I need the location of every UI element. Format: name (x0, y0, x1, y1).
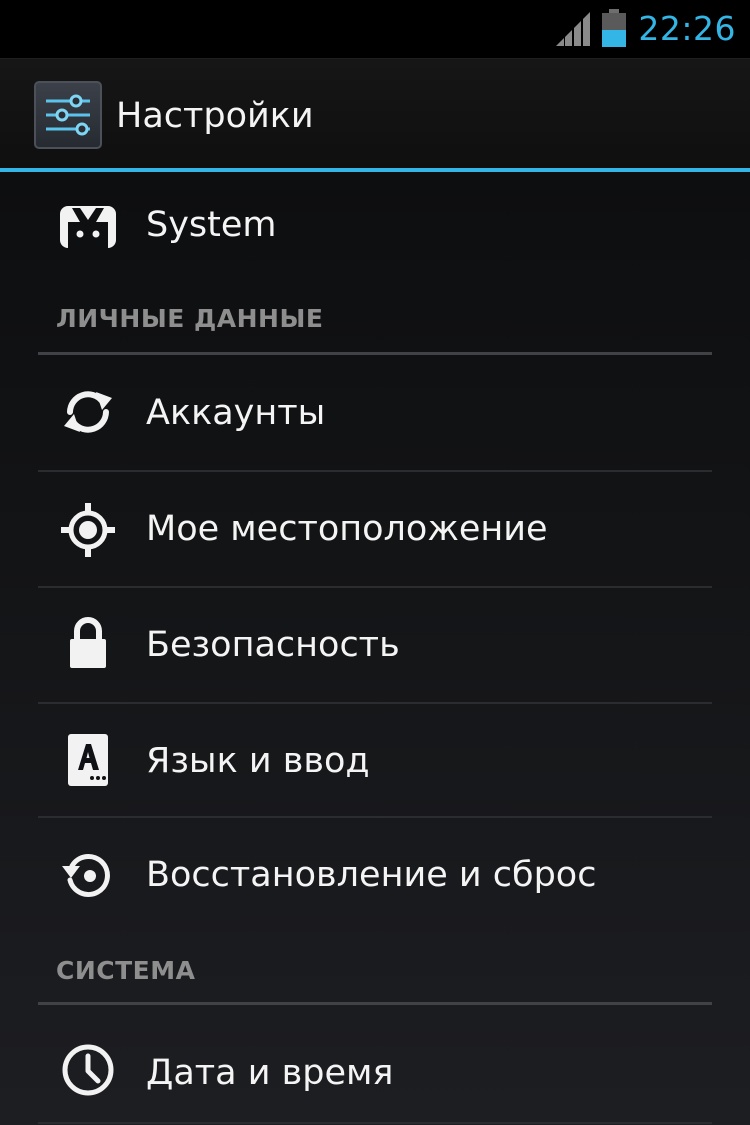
action-bar: Настройки (0, 58, 750, 169)
list-item-date-time[interactable]: Дата и время (0, 1006, 750, 1120)
status-clock: 22:26 (638, 9, 736, 48)
clock-icon (62, 1044, 114, 1096)
list-divider (38, 1122, 712, 1124)
status-bar: 22:26 (0, 0, 750, 58)
signal-bars-icon (556, 12, 590, 46)
list-item-system[interactable]: System (0, 172, 750, 282)
section-divider (38, 1002, 712, 1005)
lock-icon (70, 617, 106, 668)
section-divider (38, 352, 712, 355)
keyboard-language-icon (68, 734, 108, 786)
list-item-backup-reset[interactable]: Восстановление и сброс (0, 818, 750, 932)
android-system-icon (60, 206, 116, 248)
settings-list: System ЛИЧНЫЕ ДАННЫЕ Аккаунты Мое местоп… (0, 172, 750, 1125)
list-item-label: Мое местоположение (146, 509, 548, 549)
settings-sliders-icon[interactable] (34, 81, 102, 149)
list-item-label: Восстановление и сброс (146, 855, 597, 895)
list-item-location[interactable]: Мое местоположение (0, 472, 750, 586)
section-header-system: СИСТЕМА (56, 956, 196, 985)
list-item-label: System (146, 205, 277, 245)
location-target-icon (61, 503, 115, 557)
list-item-language-input[interactable]: Язык и ввод (0, 704, 750, 818)
list-item-accounts[interactable]: Аккаунты (0, 356, 750, 470)
restore-icon (62, 854, 110, 897)
list-item-label: Дата и время (146, 1053, 394, 1093)
list-item-label: Аккаунты (146, 393, 326, 433)
page-title: Настройки (116, 96, 314, 136)
battery-icon (602, 9, 626, 47)
list-item-label: Безопасность (146, 625, 400, 665)
sync-icon (64, 391, 112, 433)
section-header-personal: ЛИЧНЫЕ ДАННЫЕ (56, 304, 324, 333)
list-item-label: Язык и ввод (146, 741, 370, 781)
list-item-security[interactable]: Безопасность (0, 588, 750, 702)
